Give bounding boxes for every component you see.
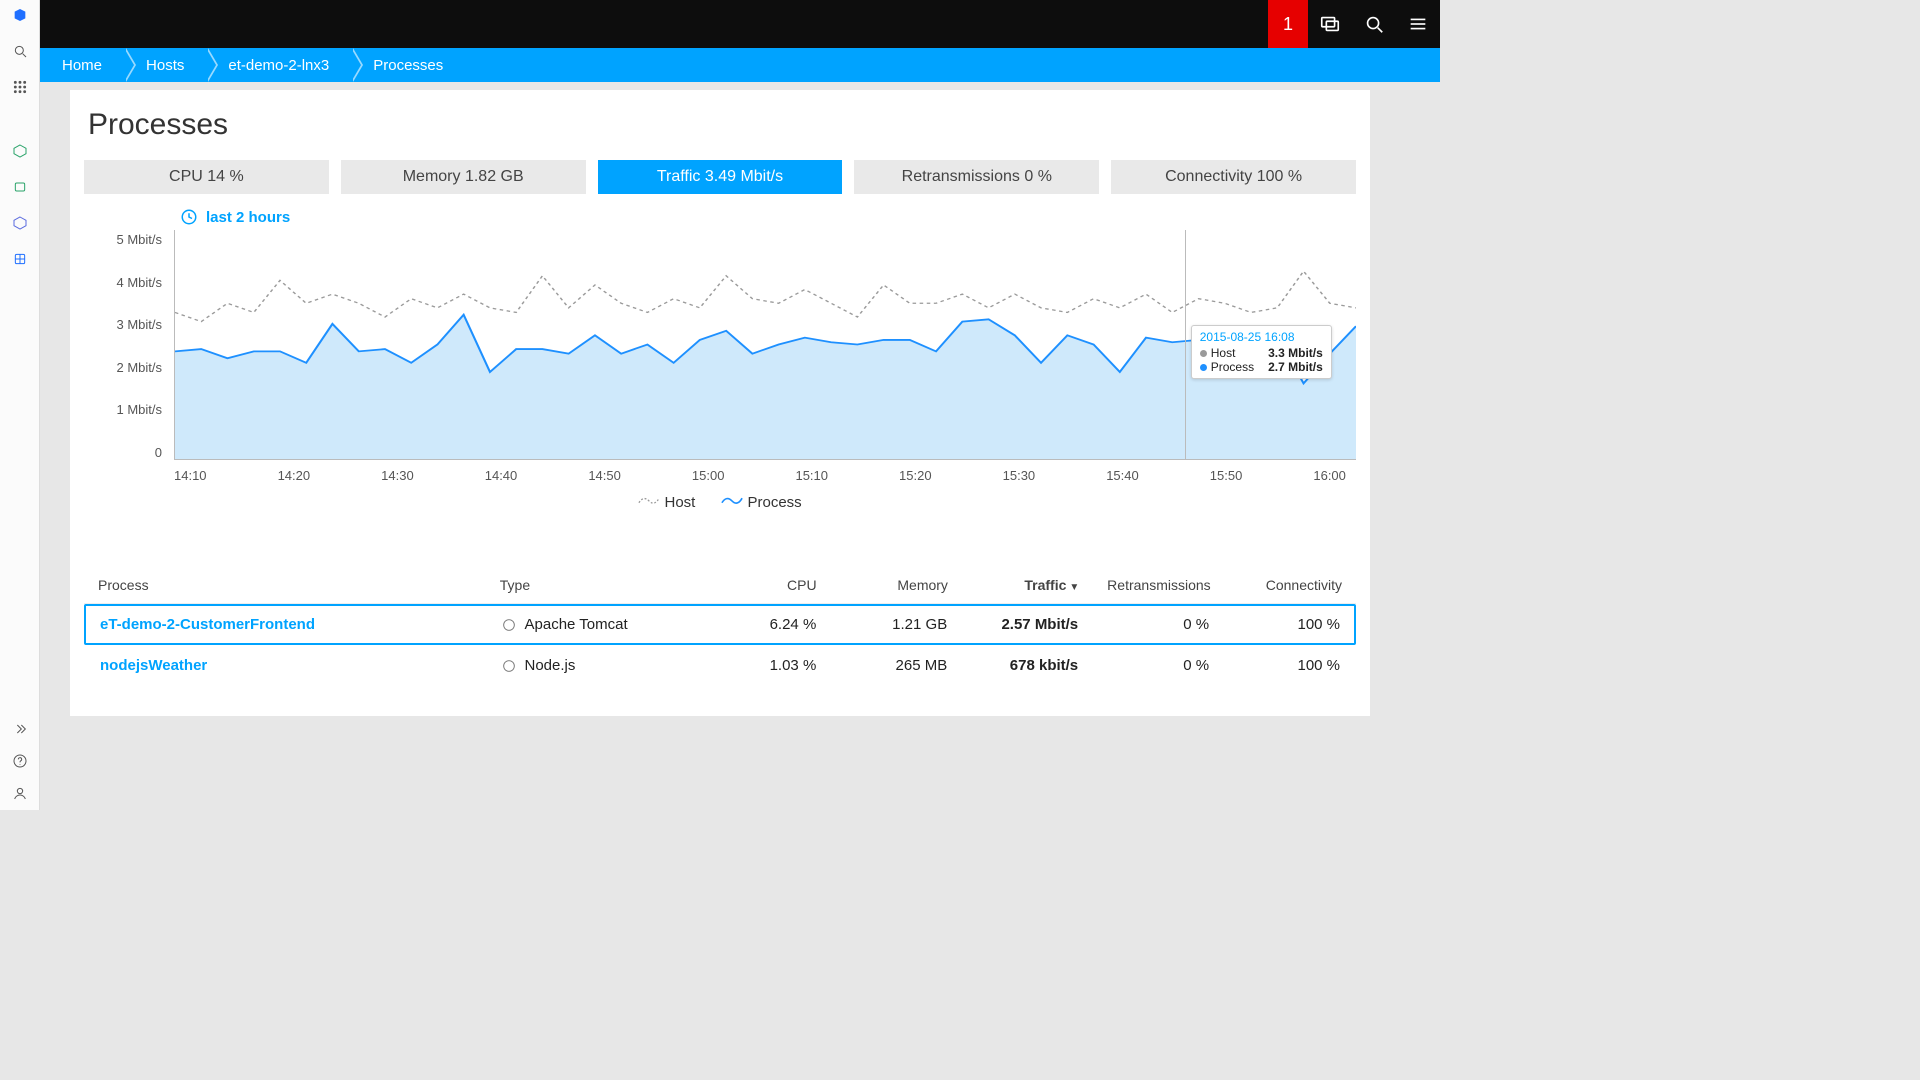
th-process[interactable]: Process [98,577,500,593]
page-title: Processes [88,108,1356,142]
process-link[interactable]: nodejsWeather [100,657,207,674]
tab-retransmissions[interactable]: Retransmissions 0 % [854,160,1099,194]
user-icon[interactable] [11,784,29,802]
th-type[interactable]: Type [500,577,685,593]
nav-icon-2[interactable] [11,178,29,196]
crumb-hosts[interactable]: Hosts [124,48,206,82]
apps-grid-icon[interactable] [11,78,29,96]
process-link[interactable]: eT-demo-2-CustomerFrontend [100,616,315,633]
chart-plot-area[interactable]: 2015-08-25 16:08 Host3.3 Mbit/s Process2… [174,230,1356,460]
clock-icon [180,208,198,226]
expand-icon[interactable] [11,720,29,738]
chart-yaxis: 5 Mbit/s4 Mbit/s3 Mbit/s2 Mbit/s1 Mbit/s… [84,232,174,462]
nav-icon-1[interactable] [11,142,29,160]
chart-hover-line [1185,230,1186,459]
th-cpu[interactable]: CPU [685,577,816,593]
tomcat-icon [501,617,517,633]
process-table: Process Type CPU Memory Traffic▼ Retrans… [84,567,1356,686]
crumb-processes[interactable]: Processes [351,48,465,82]
legend-host[interactable]: Host [638,493,695,511]
tooltip-timestamp: 2015-08-25 16:08 [1200,330,1323,344]
crumb-home[interactable]: Home [40,48,124,82]
chart-xaxis: 14:1014:2014:3014:4014:5015:0015:1015:20… [174,468,1356,483]
help-icon[interactable] [11,752,29,770]
table-row[interactable]: nodejsWeatherNode.js1.03 %265 MB678 kbit… [84,645,1356,686]
search-top-icon[interactable] [1352,0,1396,48]
chat-icon[interactable] [1308,0,1352,48]
legend-process[interactable]: Process [721,493,801,511]
breadcrumb: Home Hosts et-demo-2-lnx3 Processes [40,48,1440,82]
th-memory[interactable]: Memory [817,577,948,593]
crumb-host[interactable]: et-demo-2-lnx3 [206,48,351,82]
side-rail [0,0,40,810]
tab-connectivity[interactable]: Connectivity 100 % [1111,160,1356,194]
nav-icon-4[interactable] [11,250,29,268]
nodejs-icon [501,658,517,674]
logo-icon[interactable] [11,6,29,24]
menu-icon[interactable] [1396,0,1440,48]
tab-memory[interactable]: Memory 1.82 GB [341,160,586,194]
chart-tooltip: 2015-08-25 16:08 Host3.3 Mbit/s Process2… [1191,325,1332,379]
top-bar: 1 [40,0,1440,48]
table-row[interactable]: eT-demo-2-CustomerFrontendApache Tomcat6… [84,604,1356,645]
nav-icon-3[interactable] [11,214,29,232]
alert-badge[interactable]: 1 [1268,0,1308,48]
tab-traffic[interactable]: Traffic 3.49 Mbit/s [598,160,843,194]
chart-legend: Host Process [84,493,1356,511]
content-card: Processes CPU 14 % Memory 1.82 GB Traffi… [70,90,1370,716]
th-connectivity[interactable]: Connectivity [1211,577,1342,593]
metric-tabs: CPU 14 % Memory 1.82 GB Traffic 3.49 Mbi… [84,160,1356,194]
th-retransmissions[interactable]: Retransmissions [1079,577,1210,593]
tab-cpu[interactable]: CPU 14 % [84,160,329,194]
th-traffic[interactable]: Traffic▼ [948,577,1079,593]
timerange-label: last 2 hours [206,209,290,226]
search-icon[interactable] [11,42,29,60]
traffic-chart[interactable]: 5 Mbit/s4 Mbit/s3 Mbit/s2 Mbit/s1 Mbit/s… [84,230,1356,462]
timerange-selector[interactable]: last 2 hours [180,208,1356,226]
table-header: Process Type CPU Memory Traffic▼ Retrans… [84,567,1356,604]
